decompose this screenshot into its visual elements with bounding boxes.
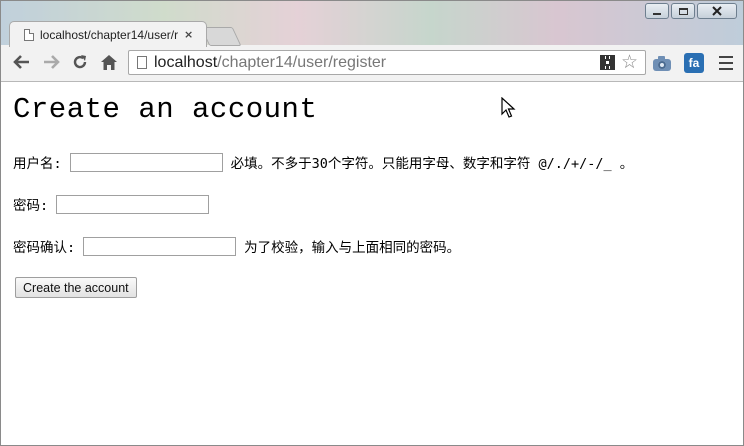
password-row: 密码: bbox=[13, 193, 217, 215]
back-arrow-icon bbox=[13, 55, 29, 69]
qr-code-icon[interactable] bbox=[600, 55, 615, 70]
forward-button[interactable] bbox=[40, 51, 62, 73]
create-account-button[interactable]: Create the account bbox=[15, 277, 137, 298]
password-confirm-input[interactable] bbox=[83, 236, 237, 256]
reload-button[interactable] bbox=[69, 51, 91, 73]
minimize-button[interactable] bbox=[645, 3, 669, 19]
browser-toolbar: localhost/chapter14/user/register ☆ fa bbox=[1, 45, 743, 82]
address-bar[interactable]: localhost/chapter14/user/register ☆ bbox=[128, 50, 646, 75]
password-label: 密码: bbox=[13, 198, 49, 214]
page-icon bbox=[137, 56, 147, 69]
password-confirm-label: 密码确认: bbox=[13, 240, 76, 256]
close-icon bbox=[712, 6, 722, 16]
mouse-cursor-icon bbox=[501, 97, 516, 118]
home-button[interactable] bbox=[98, 51, 120, 73]
minimize-icon bbox=[653, 13, 661, 15]
username-row: 用户名: 必填。不多于30个字符。只能用字母、数字和字符 @/./+/-/_ 。 bbox=[13, 151, 633, 173]
maximize-button[interactable] bbox=[671, 3, 695, 19]
home-icon bbox=[101, 54, 117, 70]
camera-icon[interactable] bbox=[652, 53, 672, 73]
page-title: Create an account bbox=[13, 93, 318, 126]
page-icon bbox=[24, 28, 34, 41]
page-content: Create an account 用户名: 必填。不多于30个字符。只能用字母… bbox=[13, 81, 733, 298]
fa-extension-icon[interactable]: fa bbox=[684, 53, 704, 73]
menu-icon[interactable] bbox=[716, 53, 736, 73]
reload-icon bbox=[73, 55, 87, 69]
forward-arrow-icon bbox=[44, 55, 60, 69]
password-input[interactable] bbox=[56, 194, 210, 214]
close-window-button[interactable] bbox=[697, 3, 737, 19]
back-button[interactable] bbox=[11, 51, 33, 73]
password-confirm-row: 密码确认: 为了校验，输入与上面相同的密码。 bbox=[13, 235, 460, 257]
bookmark-star-icon[interactable]: ☆ bbox=[621, 51, 638, 73]
password-confirm-help-text: 为了校验，输入与上面相同的密码。 bbox=[244, 240, 461, 256]
username-input[interactable] bbox=[69, 152, 223, 172]
tab-title: localhost/chapter14/user/register bbox=[40, 27, 178, 42]
browser-window: localhost/chapter14/user/register × loca… bbox=[0, 0, 744, 446]
username-help-text: 必填。不多于30个字符。只能用字母、数字和字符 @/./+/-/_ 。 bbox=[230, 156, 634, 172]
username-label: 用户名: bbox=[13, 156, 62, 172]
tab-close-icon[interactable]: × bbox=[184, 28, 193, 41]
browser-tab[interactable]: localhost/chapter14/user/register × bbox=[9, 21, 207, 47]
window-controls bbox=[643, 3, 737, 19]
url-text[interactable]: localhost/chapter14/user/register bbox=[154, 54, 386, 72]
maximize-icon bbox=[678, 7, 688, 15]
